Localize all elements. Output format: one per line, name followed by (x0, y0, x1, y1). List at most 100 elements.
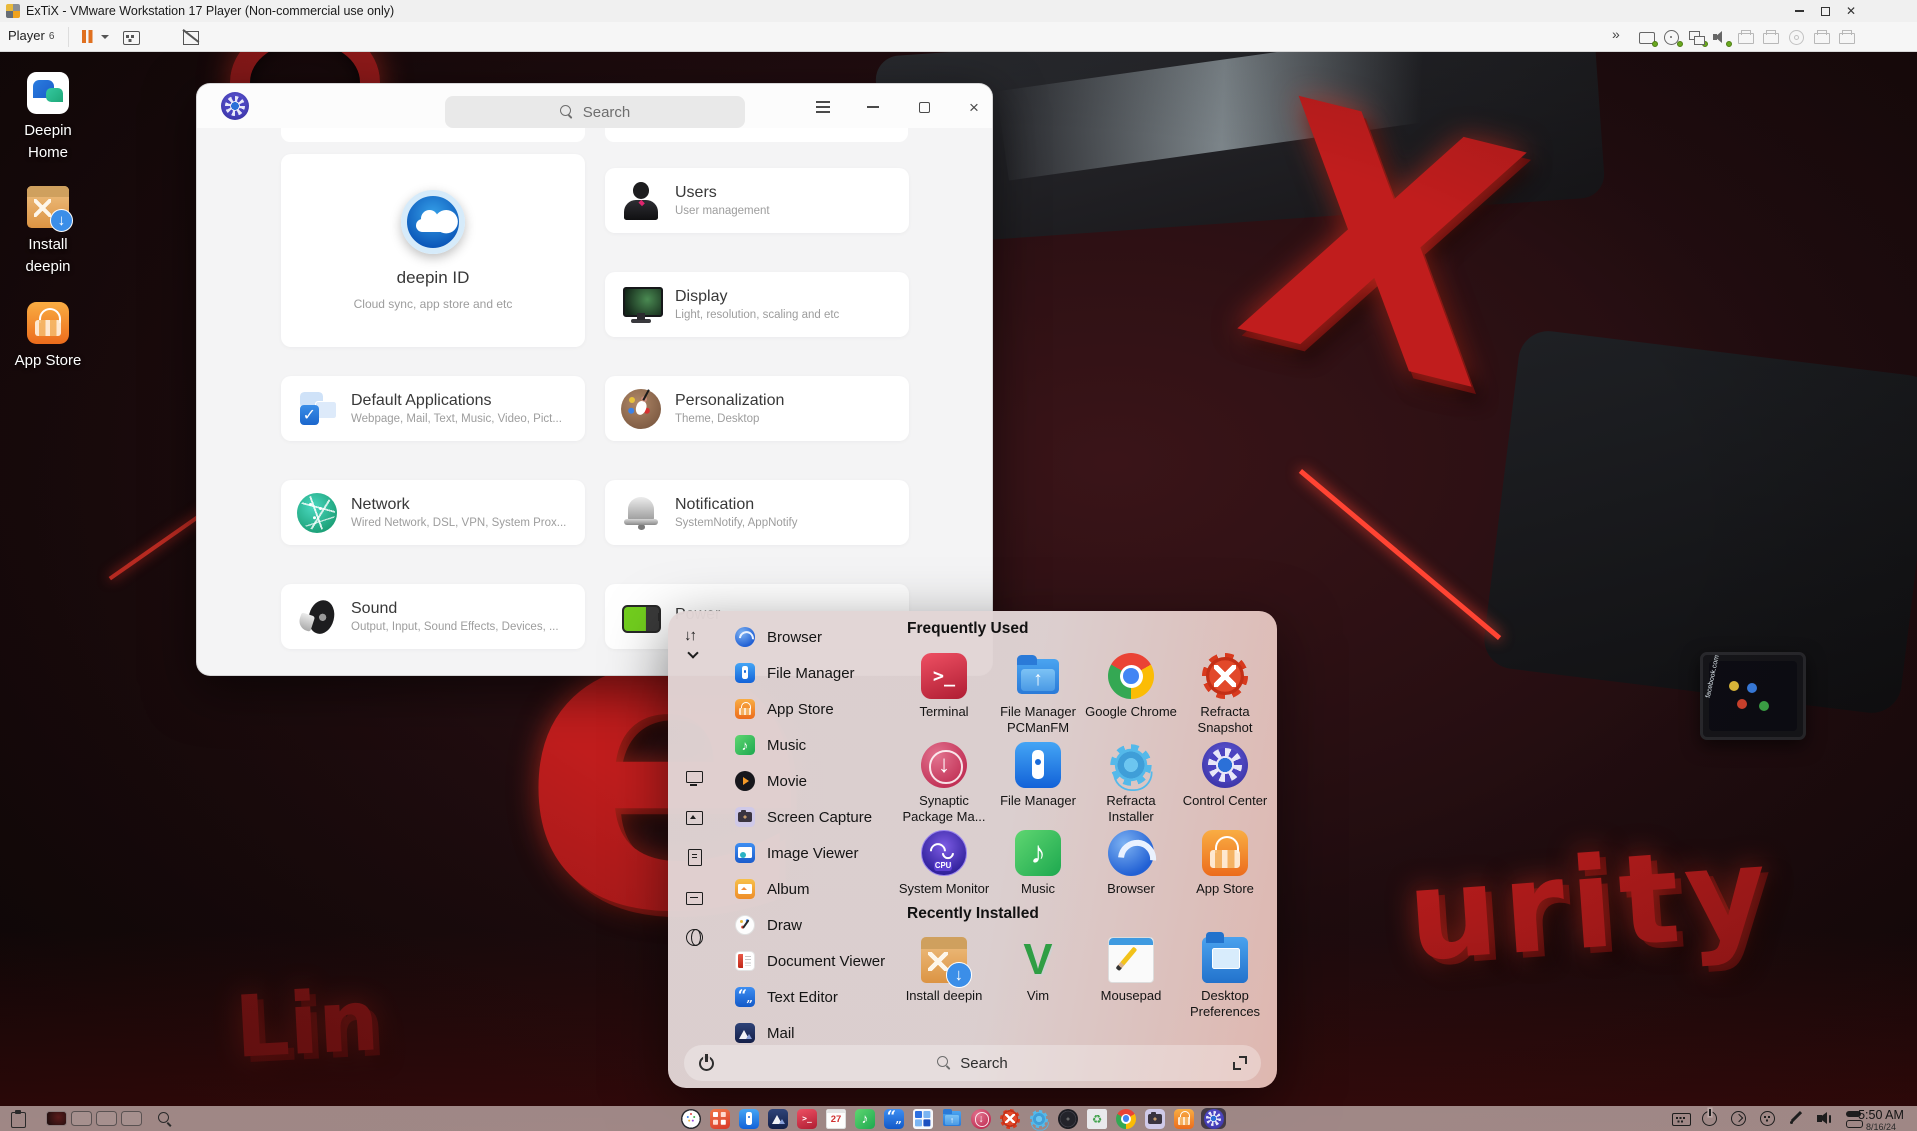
dock-control-center-active[interactable] (1201, 1108, 1226, 1129)
search-input[interactable]: Search (445, 96, 745, 128)
clipboard-icon[interactable] (10, 1110, 26, 1127)
settings-card-users[interactable]: Users User management (605, 168, 909, 233)
grid-app-vim[interactable]: Vim (992, 937, 1084, 1004)
tray-input-method-icon[interactable] (1759, 1110, 1777, 1127)
app-item-movie[interactable]: Movie (730, 763, 898, 799)
dock-window-tiles-icon[interactable] (913, 1109, 933, 1129)
dock-refracta-snapshot-icon[interactable] (1000, 1109, 1020, 1129)
printer-device-icon[interactable] (1737, 29, 1755, 45)
dock-pcmanfm-icon[interactable] (942, 1109, 962, 1129)
shutdown-icon[interactable] (698, 1055, 715, 1072)
workspace-3[interactable] (96, 1111, 117, 1126)
toolbar-overflow-icon[interactable]: » (1612, 26, 1630, 42)
app-item-document-viewer[interactable]: Document Viewer (730, 943, 898, 979)
printer-device-icon[interactable] (1813, 29, 1831, 45)
dock-file-manager-icon[interactable] (739, 1109, 759, 1129)
app-item-file-manager[interactable]: File Manager (730, 655, 898, 691)
grid-app-pcmanfm[interactable]: File Manager PCManFM (992, 653, 1084, 737)
category-office-icon[interactable] (686, 849, 703, 866)
fullscreen-icon[interactable] (152, 29, 170, 45)
send-ctrl-alt-del-icon[interactable] (122, 29, 140, 45)
cd-device-icon[interactable] (1663, 29, 1681, 45)
grid-app-music[interactable]: Music (992, 830, 1084, 897)
launcher-search-bar[interactable]: Search (684, 1045, 1261, 1081)
tray-keyboard-icon[interactable] (1672, 1110, 1690, 1127)
clock[interactable]: 5:50 AM 8/16/24 (1848, 1108, 1914, 1131)
app-item-draw[interactable]: Draw (730, 907, 898, 943)
unity-mode-icon[interactable] (182, 29, 200, 45)
app-item-screen-capture[interactable]: Screen Capture (730, 799, 898, 835)
player-menu[interactable]: Player6 (8, 28, 54, 43)
settings-card-network[interactable]: Network Wired Network, DSL, VPN, System … (281, 480, 585, 545)
usb-device-icon[interactable] (1788, 29, 1806, 45)
settings-card-personalization[interactable]: Personalization Theme, Desktop (605, 376, 909, 441)
dock-trash-icon[interactable] (1087, 1109, 1107, 1129)
dock-screen-capture-icon[interactable] (1145, 1109, 1165, 1129)
maximize-button[interactable] (1812, 0, 1838, 22)
dock-calendar-icon[interactable]: 27 (826, 1109, 846, 1129)
grid-app-mousepad[interactable]: Mousepad (1085, 937, 1177, 1004)
grid-app-install-deepin[interactable]: Install deepin (898, 937, 990, 1004)
dock-google-chrome-icon[interactable] (1116, 1109, 1136, 1129)
menu-button[interactable] (810, 94, 836, 120)
printer-device-icon[interactable] (1838, 29, 1856, 45)
taskbar-search-icon[interactable] (157, 1111, 173, 1127)
category-video-icon[interactable] (686, 769, 703, 786)
workspace-4[interactable] (121, 1111, 142, 1126)
sound-device-icon[interactable] (1712, 29, 1730, 45)
tray-volume-icon[interactable] (1817, 1110, 1835, 1127)
grid-app-control-center[interactable]: Control Center (1179, 742, 1271, 809)
dock-synaptic-icon[interactable] (971, 1109, 991, 1129)
app-item-browser[interactable]: Browser (730, 619, 898, 655)
dock-mail-icon[interactable] (768, 1109, 788, 1129)
tray-expand-icon[interactable] (1730, 1110, 1748, 1127)
settings-card-sound[interactable]: Sound Output, Input, Sound Effects, Devi… (281, 584, 585, 649)
desktop-icon-install-deepin[interactable]: Install deepin (0, 186, 96, 278)
dock-refracta-installer-icon[interactable] (1030, 1110, 1048, 1128)
grid-app-app-store[interactable]: App Store (1179, 830, 1271, 897)
network-device-icon[interactable] (1688, 29, 1706, 45)
grid-app-desktop-preferences[interactable]: Desktop Preferences (1179, 937, 1271, 1021)
expand-fullscreen-icon[interactable] (1233, 1056, 1247, 1070)
grid-app-refracta-snapshot[interactable]: Refracta Snapshot (1179, 653, 1271, 737)
grid-app-terminal[interactable]: Terminal (898, 653, 990, 720)
workspace-2[interactable] (71, 1111, 92, 1126)
dock-disk-utility-icon[interactable] (1058, 1109, 1078, 1129)
desktop-icon-app-store[interactable]: App Store (0, 302, 96, 372)
hard-disk-device-icon[interactable] (1638, 29, 1656, 45)
close-button[interactable]: ✕ (1838, 0, 1864, 22)
category-reading-icon[interactable] (686, 889, 703, 906)
grid-app-refracta-installer[interactable]: Refracta Installer (1085, 742, 1177, 826)
settings-card-notification[interactable]: Notification SystemNotify, AppNotify (605, 480, 909, 545)
grid-app-google-chrome[interactable]: Google Chrome (1085, 653, 1177, 720)
app-item-image-viewer[interactable]: Image Viewer (730, 835, 898, 871)
dock-music-icon[interactable] (855, 1109, 875, 1129)
sort-order-icon[interactable]: ↓↑ (684, 627, 708, 661)
workspace-1[interactable] (46, 1111, 67, 1126)
desktop-icon-deepin-home[interactable]: Deepin Home (0, 72, 96, 164)
window-minimize-button[interactable] (860, 94, 886, 120)
window-maximize-button[interactable] (911, 94, 937, 120)
dock-launcher-icon[interactable] (681, 1109, 701, 1129)
grid-app-synaptic[interactable]: Synaptic Package Ma... (898, 742, 990, 826)
minimize-button[interactable] (1786, 0, 1812, 22)
category-internet-icon[interactable] (686, 929, 703, 946)
settings-card-deepin-id[interactable]: deepin ID Cloud sync, app store and etc (281, 154, 585, 347)
tray-pen-icon[interactable] (1788, 1110, 1806, 1127)
category-graphics-icon[interactable] (686, 809, 703, 826)
tray-power-icon[interactable] (1701, 1110, 1719, 1127)
app-item-music[interactable]: Music (730, 727, 898, 763)
app-item-text-editor[interactable]: Text Editor (730, 979, 898, 1015)
grid-app-system-monitor[interactable]: System Monitor (898, 830, 990, 897)
grid-app-file-manager[interactable]: File Manager (992, 742, 1084, 809)
dock-text-editor-icon[interactable] (884, 1109, 904, 1129)
app-item-app-store[interactable]: App Store (730, 691, 898, 727)
app-item-album[interactable]: Album (730, 871, 898, 907)
dock-terminal-icon[interactable] (797, 1109, 817, 1129)
grid-app-browser[interactable]: Browser (1085, 830, 1177, 897)
settings-card-display[interactable]: Display Light, resolution, scaling and e… (605, 272, 909, 337)
settings-card-default-applications[interactable]: Default Applications Webpage, Mail, Text… (281, 376, 585, 441)
suspend-button-icon[interactable] (78, 29, 96, 45)
window-close-button[interactable]: × (961, 94, 987, 120)
printer-device-icon[interactable] (1762, 29, 1780, 45)
